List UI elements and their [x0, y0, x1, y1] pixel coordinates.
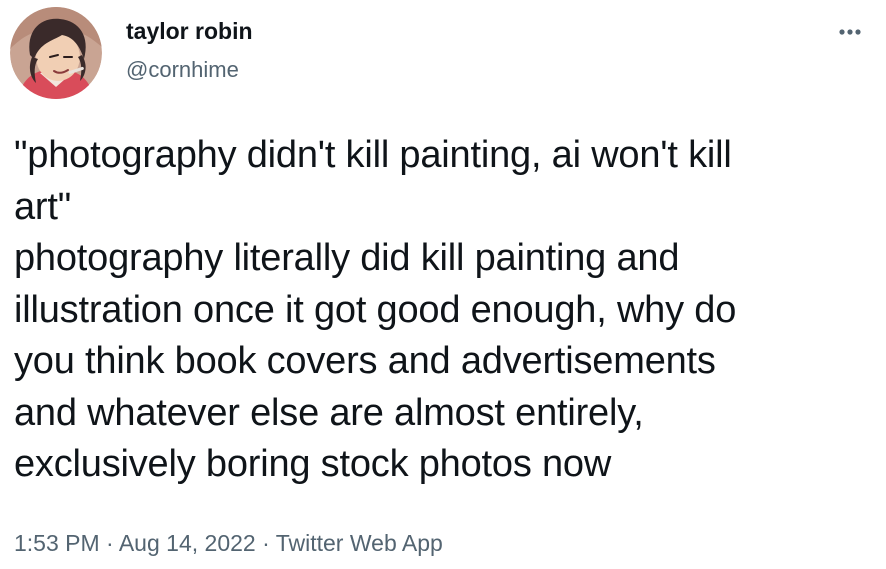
- tweet-text-line: photography literally did kill painting …: [14, 237, 680, 279]
- tweet: taylor robin @cornhime "photography didn…: [0, 0, 886, 569]
- tweet-text-line: and whatever else are almost entirely,: [14, 391, 644, 434]
- author-display-name[interactable]: taylor robin: [126, 16, 253, 46]
- cartoon-portrait-avatar-icon: [10, 7, 102, 99]
- tweet-text-line: illustration once it got good enough, wh…: [14, 288, 737, 331]
- meta-separator: ·: [106, 530, 114, 556]
- tweet-text-line: you think book covers and advertisements: [14, 340, 716, 382]
- tweet-text-line: art": [14, 185, 72, 228]
- more-options-button[interactable]: [836, 20, 876, 44]
- more-horizontal-icon: [839, 29, 861, 35]
- author-handle[interactable]: @cornhime: [126, 56, 239, 84]
- tweet-text: "photography didn't kill painting, ai wo…: [14, 130, 876, 491]
- tweet-date-link[interactable]: Aug 14, 2022: [119, 530, 256, 556]
- tweet-time-link[interactable]: 1:53 PM: [14, 530, 100, 556]
- avatar[interactable]: [10, 7, 102, 99]
- tweet-source-link[interactable]: Twitter Web App: [276, 530, 443, 556]
- meta-separator: ·: [262, 530, 270, 556]
- tweet-text-line: "photography didn't kill painting, ai wo…: [14, 134, 732, 176]
- tweet-text-line: exclusively boring stock photos now: [14, 443, 612, 485]
- tweet-metadata: 1:53 PM · Aug 14, 2022 · Twitter Web App: [14, 527, 443, 559]
